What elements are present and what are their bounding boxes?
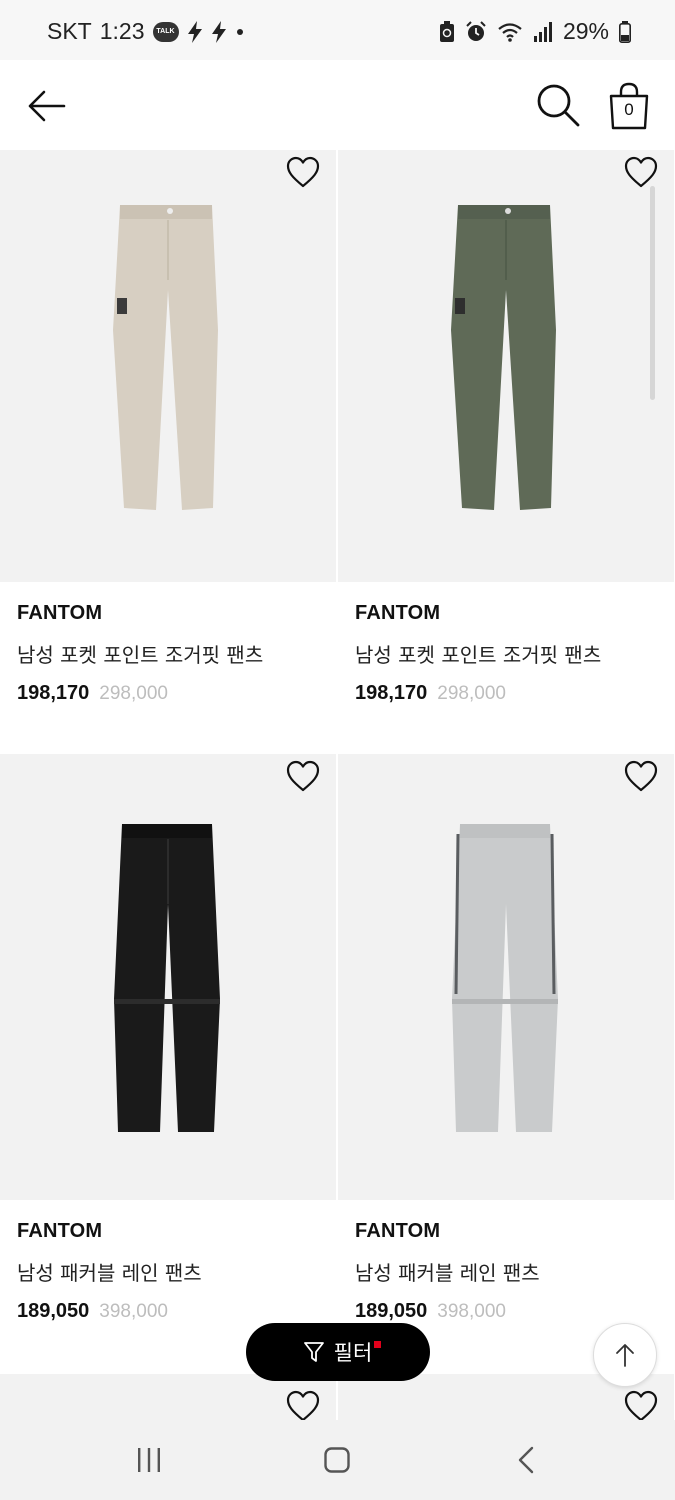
status-bar: SKT 1:23 TALK 29% — [0, 0, 675, 60]
product-card[interactable]: FANTOM 남성 패커블 레인 팬츠 189,050 398,000 — [338, 754, 674, 1370]
product-info: FANTOM 남성 포켓 포인트 조거핏 팬츠 198,170 298,000 — [338, 582, 674, 752]
app-header: 0 — [0, 60, 675, 150]
price-row: 189,050 398,000 — [355, 1300, 657, 1323]
pants-shape — [114, 824, 220, 1132]
status-left: SKT 1:23 TALK — [47, 18, 245, 45]
product-image[interactable] — [0, 754, 336, 1200]
charging-icon — [211, 20, 226, 43]
filter-active-dot — [374, 1341, 381, 1348]
price-row: 198,170 298,000 — [355, 682, 657, 705]
cargo-pants-image — [451, 205, 556, 510]
product-image[interactable] — [0, 150, 336, 582]
product-card[interactable]: FANTOM 남성 포켓 포인트 조거핏 팬츠 198,170 298,000 — [338, 150, 674, 752]
brand-label: FANTOM — [17, 1220, 103, 1242]
cargo-pants-image — [113, 205, 218, 510]
product-image[interactable] — [338, 754, 674, 1200]
back-icon[interactable] — [516, 1446, 536, 1474]
product-name[interactable]: 남성 패커블 레인 팬츠 — [355, 1257, 657, 1286]
product-card[interactable]: FANTOM 남성 패커블 레인 팬츠 189,050 398,000 — [0, 754, 336, 1370]
charging-icon — [187, 20, 202, 43]
product-image[interactable] — [0, 1374, 336, 1424]
pants-shape — [452, 824, 558, 1132]
search-icon[interactable] — [535, 82, 581, 128]
filter-button[interactable]: 필터 — [246, 1323, 430, 1381]
home-icon[interactable] — [324, 1447, 350, 1473]
product-card[interactable] — [0, 1374, 336, 1424]
product-info: FANTOM 남성 포켓 포인트 조거핏 팬츠 198,170 298,000 — [0, 582, 336, 752]
battery-saver-icon — [439, 20, 454, 42]
product-card[interactable]: FANTOM 남성 포켓 포인트 조거핏 팬츠 198,170 298,000 — [0, 150, 336, 752]
cart-count: 0 — [624, 100, 634, 119]
rain-pants-image — [114, 824, 220, 1132]
kakaotalk-icon: TALK — [152, 21, 179, 42]
clock: 1:23 — [99, 18, 145, 44]
price-row: 198,170 298,000 — [17, 682, 319, 705]
wishlist-heart-icon[interactable] — [286, 760, 320, 794]
wishlist-heart-icon[interactable] — [624, 1390, 658, 1424]
arrow-up-icon — [616, 1344, 634, 1367]
product-name[interactable]: 남성 포켓 포인트 조거핏 팬츠 — [17, 639, 319, 668]
sale-price: 198,170 — [355, 682, 428, 704]
back-arrow-icon[interactable] — [24, 84, 68, 128]
filter-label: 필터 — [333, 1341, 373, 1365]
sale-price: 189,050 — [355, 1300, 428, 1322]
scroll-to-top-button[interactable] — [593, 1323, 657, 1387]
brand-label: FANTOM — [17, 602, 103, 624]
battery-percent: 29% — [562, 18, 609, 44]
wifi-icon — [498, 22, 522, 42]
scrollbar[interactable] — [650, 186, 655, 400]
recent-apps-icon[interactable] — [136, 1448, 162, 1472]
original-price: 398,000 — [99, 1301, 168, 1322]
wishlist-heart-icon[interactable] — [286, 1390, 320, 1424]
filter-icon — [303, 1342, 324, 1362]
brand-label: FANTOM — [355, 1220, 441, 1242]
original-price: 298,000 — [99, 683, 168, 704]
wishlist-heart-icon[interactable] — [624, 156, 658, 190]
wishlist-heart-icon[interactable] — [624, 760, 658, 794]
rain-pants-image — [452, 824, 558, 1132]
sale-price: 198,170 — [17, 682, 90, 704]
original-price: 398,000 — [437, 1301, 506, 1322]
cart-button[interactable]: 0 — [607, 82, 651, 130]
brand-label: FANTOM — [355, 602, 441, 624]
pants-shape — [113, 205, 218, 510]
pants-shape — [451, 205, 556, 510]
price-row: 189,050 398,000 — [17, 1300, 319, 1323]
sale-price: 189,050 — [17, 1300, 90, 1322]
product-name[interactable]: 남성 포켓 포인트 조거핏 팬츠 — [355, 639, 657, 668]
status-right: 29% — [439, 18, 631, 45]
product-name[interactable]: 남성 패커블 레인 팬츠 — [17, 1257, 319, 1286]
original-price: 298,000 — [437, 683, 506, 704]
system-nav-bar — [0, 1420, 675, 1500]
carrier-label: SKT — [47, 18, 92, 44]
wishlist-heart-icon[interactable] — [286, 156, 320, 190]
battery-icon — [619, 20, 631, 43]
dot-icon — [236, 28, 243, 35]
signal-icon — [533, 21, 552, 42]
product-image[interactable] — [338, 150, 674, 582]
alarm-icon — [466, 20, 486, 41]
